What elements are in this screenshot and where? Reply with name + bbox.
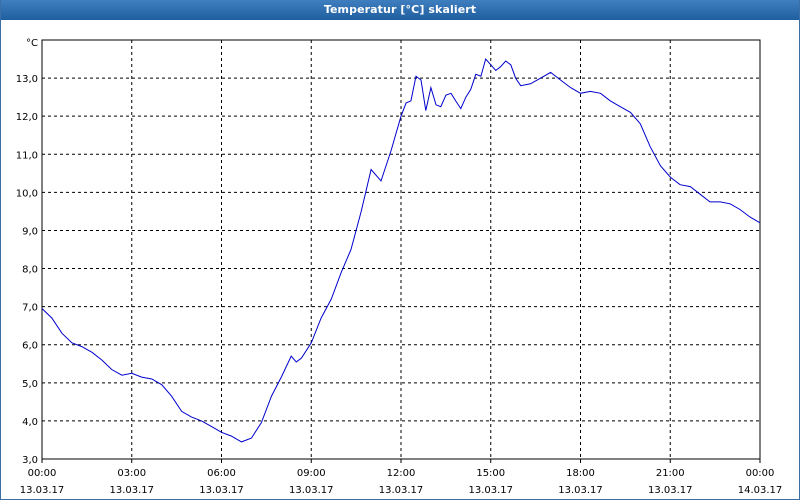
x-tick-time-label: 00:00	[746, 468, 775, 479]
x-tick-time-label: 03:00	[117, 468, 146, 479]
x-tick-date-label: 13.03.17	[468, 485, 513, 496]
x-tick-date-label: 13.03.17	[109, 485, 154, 496]
y-tick-label: 11,0	[16, 150, 38, 161]
chart-window: Temperatur [°C] skaliert 3,0 4,0 5,0 6,0 7,0…	[0, 0, 800, 500]
y-tick-label: 3,0	[22, 455, 38, 466]
x-tick-date-label: 13.03.17	[20, 485, 65, 496]
y-axis-unit: °C	[26, 38, 38, 49]
x-tick-time-label: 06:00	[207, 468, 236, 479]
y-tick-label: 4,0	[22, 417, 38, 428]
x-tick-date-label: 13.03.17	[199, 485, 244, 496]
x-tick-time-label: 09:00	[297, 468, 326, 479]
x-tick-date-label: 13.03.17	[648, 485, 693, 496]
y-tick-label: 12,0	[16, 112, 38, 123]
x-tick-time-label: 12:00	[387, 468, 416, 479]
y-tick-label: 5,0	[22, 379, 38, 390]
x-tick-time-label: 18:00	[566, 468, 595, 479]
window-title: Temperatur [°C] skaliert	[1, 0, 799, 20]
x-tick-time-label: 00:00	[28, 468, 57, 479]
x-tick-time-label: 21:00	[656, 468, 685, 479]
y-tick-label: 6,0	[22, 341, 38, 352]
y-tick-label: 13,0	[16, 74, 38, 85]
x-tick-date-label: 13.03.17	[379, 485, 424, 496]
x-tick-date-label: 13.03.17	[558, 485, 603, 496]
x-tick-time-label: 15:00	[476, 468, 505, 479]
x-tick-date-label: 13.03.17	[289, 485, 334, 496]
x-tick-date-label: 14.03.17	[738, 485, 783, 496]
y-tick-label: 8,0	[22, 265, 38, 276]
y-tick-label: 10,0	[16, 188, 38, 199]
temperature-chart: 3,0 4,0 5,0 6,0 7,0 8,0 9,0 10,0 11,0 12,0 13,0 °C 0…	[16, 38, 783, 496]
y-tick-label: 9,0	[22, 226, 38, 237]
y-tick-label: 7,0	[22, 303, 38, 314]
